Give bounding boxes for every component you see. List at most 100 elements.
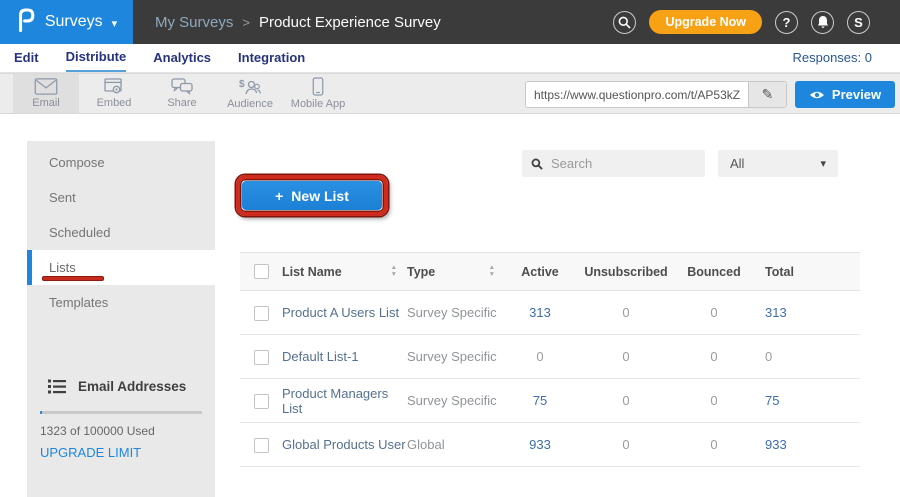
total-count: 0 xyxy=(751,335,860,379)
list-name-link[interactable]: Product A Users List xyxy=(282,305,399,320)
email-lists-table: List Name ▲▼ Type ▲▼ Active Unsubscribed… xyxy=(240,252,860,467)
sidebar-item-lists[interactable]: Lists xyxy=(27,250,215,285)
survey-url-field: ✎ xyxy=(525,81,787,108)
eye-icon xyxy=(809,90,825,100)
total-count[interactable]: 313 xyxy=(751,291,860,335)
search-icon xyxy=(531,158,543,170)
top-bar: Surveys ▾ My Surveys > Product Experienc… xyxy=(0,0,900,44)
new-list-button[interactable]: + New List xyxy=(242,181,382,210)
list-icon xyxy=(48,379,66,394)
sort-list-name-icon[interactable]: ▲▼ xyxy=(391,265,397,277)
mobile-app-icon xyxy=(312,77,324,96)
bell-icon xyxy=(817,15,829,29)
total-count[interactable]: 75 xyxy=(751,379,860,423)
table-row: Product Managers List Survey Specific 75… xyxy=(240,379,860,423)
bounced-count: 0 xyxy=(677,379,751,423)
tab-edit[interactable]: Edit xyxy=(14,45,39,71)
email-sidebar: Compose Sent Scheduled Lists Templates E… xyxy=(27,141,215,497)
column-header-active: Active xyxy=(505,253,575,291)
list-type: Survey Specific xyxy=(407,335,505,379)
sidebar-item-templates[interactable]: Templates xyxy=(27,285,215,320)
topbar-actions: Upgrade Now ? S xyxy=(613,10,900,34)
channel-share-label: Share xyxy=(167,97,196,109)
row-checkbox[interactable] xyxy=(254,350,269,365)
row-checkbox[interactable] xyxy=(254,306,269,321)
column-header-unsubscribed: Unsubscribed xyxy=(575,253,677,291)
active-count[interactable]: 313 xyxy=(505,291,575,335)
breadcrumb: My Surveys > Product Experience Survey xyxy=(155,14,441,31)
help-button[interactable]: ? xyxy=(775,11,798,34)
breadcrumb-survey-title: Product Experience Survey xyxy=(259,14,441,31)
chevron-down-icon: ▾ xyxy=(820,157,826,170)
column-header-type: Type xyxy=(407,265,435,279)
unsubscribed-count: 0 xyxy=(575,335,677,379)
questionpro-logo-icon xyxy=(16,7,36,38)
embed-icon xyxy=(104,78,124,95)
upgrade-now-button[interactable]: Upgrade Now xyxy=(649,10,762,34)
channel-mobile-app[interactable]: Mobile App xyxy=(285,74,351,113)
list-filter-value: All xyxy=(730,156,744,171)
pencil-icon: ✎ xyxy=(762,86,774,103)
list-name-link[interactable]: Product Managers List xyxy=(282,386,388,416)
breadcrumb-my-surveys[interactable]: My Surveys xyxy=(155,14,233,31)
column-header-list-name: List Name xyxy=(282,265,342,279)
upgrade-limit-link[interactable]: UPGRADE LIMIT xyxy=(40,445,202,460)
sort-type-icon[interactable]: ▲▼ xyxy=(489,265,495,277)
select-all-checkbox[interactable] xyxy=(254,264,269,279)
channel-embed[interactable]: Embed xyxy=(81,74,147,113)
row-checkbox[interactable] xyxy=(254,438,269,453)
channel-email-label: Email xyxy=(32,97,60,109)
list-name-link[interactable]: Default List-1 xyxy=(282,349,359,364)
tab-integration[interactable]: Integration xyxy=(238,45,305,71)
responses-count[interactable]: Responses: 0 xyxy=(793,44,873,72)
preview-button[interactable]: Preview xyxy=(795,81,895,108)
list-name-link[interactable]: Global Products User xyxy=(282,437,406,452)
table-header-row: List Name ▲▼ Type ▲▼ Active Unsubscribed… xyxy=(240,253,860,291)
channel-audience[interactable]: $ Audience xyxy=(217,74,283,113)
plus-icon: + xyxy=(275,188,283,204)
red-annotation-ring: + New List xyxy=(236,175,388,216)
list-type: Global xyxy=(407,423,505,467)
active-count[interactable]: 933 xyxy=(505,423,575,467)
channel-share[interactable]: Share xyxy=(149,74,215,113)
notifications-button[interactable] xyxy=(811,11,834,34)
email-addresses-header: Email Addresses xyxy=(40,373,202,399)
channel-embed-label: Embed xyxy=(97,97,132,109)
email-usage-bar xyxy=(40,411,202,414)
new-list-button-label: New List xyxy=(291,188,349,204)
active-count: 0 xyxy=(505,335,575,379)
channel-audience-label: Audience xyxy=(227,98,273,110)
tab-analytics[interactable]: Analytics xyxy=(153,45,211,71)
share-icon xyxy=(171,78,193,95)
list-type: Survey Specific xyxy=(407,379,505,423)
breadcrumb-separator: > xyxy=(242,15,250,30)
bounced-count: 0 xyxy=(677,291,751,335)
email-icon xyxy=(34,78,58,95)
row-checkbox[interactable] xyxy=(254,394,269,409)
email-addresses-section: Email Addresses 1323 of 100000 Used UPGR… xyxy=(27,373,215,460)
list-search-input[interactable] xyxy=(551,156,696,171)
edit-url-button[interactable]: ✎ xyxy=(748,82,786,107)
unsubscribed-count: 0 xyxy=(575,291,677,335)
list-filter-dropdown[interactable]: All ▾ xyxy=(718,150,838,177)
total-count[interactable]: 933 xyxy=(751,423,860,467)
sidebar-item-lists-label: Lists xyxy=(49,260,76,275)
surveys-product-menu[interactable]: Surveys ▾ xyxy=(0,0,133,44)
tab-distribute[interactable]: Distribute xyxy=(66,44,127,72)
user-avatar[interactable]: S xyxy=(847,11,870,34)
sidebar-item-compose[interactable]: Compose xyxy=(27,145,215,180)
active-count[interactable]: 75 xyxy=(505,379,575,423)
column-header-bounced: Bounced xyxy=(677,253,751,291)
channel-mobile-app-label: Mobile App xyxy=(291,98,345,110)
email-usage-text: 1323 of 100000 Used xyxy=(40,424,202,438)
search-button[interactable] xyxy=(613,11,636,34)
sidebar-item-sent[interactable]: Sent xyxy=(27,180,215,215)
survey-url-input[interactable] xyxy=(526,88,748,102)
sidebar-item-scheduled[interactable]: Scheduled xyxy=(27,215,215,250)
list-type: Survey Specific xyxy=(407,291,505,335)
bounced-count: 0 xyxy=(677,335,751,379)
bounced-count: 0 xyxy=(677,423,751,467)
search-icon xyxy=(618,16,631,29)
channel-email[interactable]: Email xyxy=(13,74,79,113)
page: Surveys ▾ My Surveys > Product Experienc… xyxy=(0,0,900,497)
